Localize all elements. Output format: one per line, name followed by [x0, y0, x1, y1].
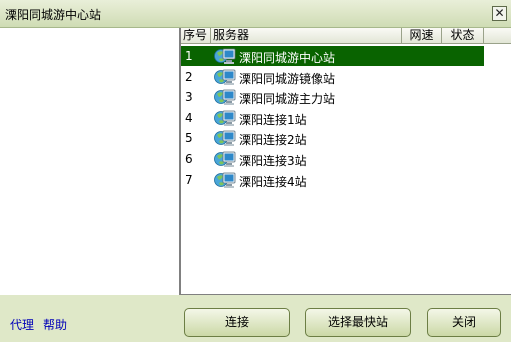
row-index: 6 — [185, 152, 193, 166]
row-index: 7 — [185, 172, 193, 187]
server-name: 溧阳同城游中心站 — [239, 51, 336, 65]
fastest-server-button[interactable]: 选择最快站 — [305, 308, 411, 337]
server-row[interactable]: 6 溧阳连接3站 — [181, 149, 511, 169]
server-row[interactable]: 4 溧阳连接1站 — [181, 108, 511, 128]
column-header-server[interactable]: 服务器 — [211, 28, 402, 44]
column-header-filler — [484, 28, 511, 44]
network-computer-icon — [214, 150, 236, 168]
close-button[interactable]: 关闭 — [427, 308, 501, 337]
connect-button[interactable]: 连接 — [184, 308, 290, 337]
server-name: 溧阳同城游镜像站 — [239, 71, 336, 86]
server-list[interactable]: 序号 服务器 网速 状态 1 溧阳同城游中心站 2 溧阳同城游镜像站 3 溧阳同城游主力站… — [180, 28, 511, 295]
server-row[interactable]: 1 溧阳同城游中心站 — [181, 46, 511, 66]
title-bar: 溧阳同城游中心站 ✕ — [0, 0, 511, 28]
network-computer-icon — [214, 47, 236, 65]
window-title: 溧阳同城游中心站 — [5, 8, 102, 22]
network-computer-icon — [214, 171, 236, 189]
help-link[interactable]: 帮助 — [43, 316, 67, 333]
proxy-link[interactable]: 代理 — [10, 316, 34, 333]
close-icon[interactable]: ✕ — [492, 6, 507, 21]
server-name: 溧阳连接1站 — [239, 112, 307, 127]
server-row[interactable]: 2 溧阳同城游镜像站 — [181, 67, 511, 87]
server-row[interactable]: 5 溧阳连接2站 — [181, 128, 511, 148]
server-row[interactable]: 3 溧阳同城游主力站 — [181, 87, 511, 107]
column-header-index[interactable]: 序号 — [181, 28, 211, 44]
server-name: 溧阳连接4站 — [239, 174, 307, 189]
network-computer-icon — [214, 129, 236, 147]
server-name: 溧阳同城游主力站 — [239, 92, 336, 107]
server-row[interactable]: 7 溧阳连接4站 — [181, 170, 511, 190]
row-index: 4 — [185, 110, 193, 125]
row-index: 2 — [185, 69, 193, 84]
server-name: 溧阳连接3站 — [239, 154, 307, 168]
network-computer-icon — [214, 109, 236, 127]
server-name: 溧阳连接2站 — [239, 133, 307, 148]
row-index: 3 — [185, 90, 193, 105]
row-index: 5 — [185, 131, 193, 146]
network-computer-icon — [214, 68, 236, 86]
column-header-speed[interactable]: 网速 — [402, 28, 442, 44]
row-index: 1 — [185, 49, 193, 63]
column-header-status[interactable]: 状态 — [442, 28, 484, 44]
left-blank-panel — [0, 28, 180, 295]
network-computer-icon — [214, 88, 236, 106]
list-header: 序号 服务器 网速 状态 — [181, 28, 511, 44]
